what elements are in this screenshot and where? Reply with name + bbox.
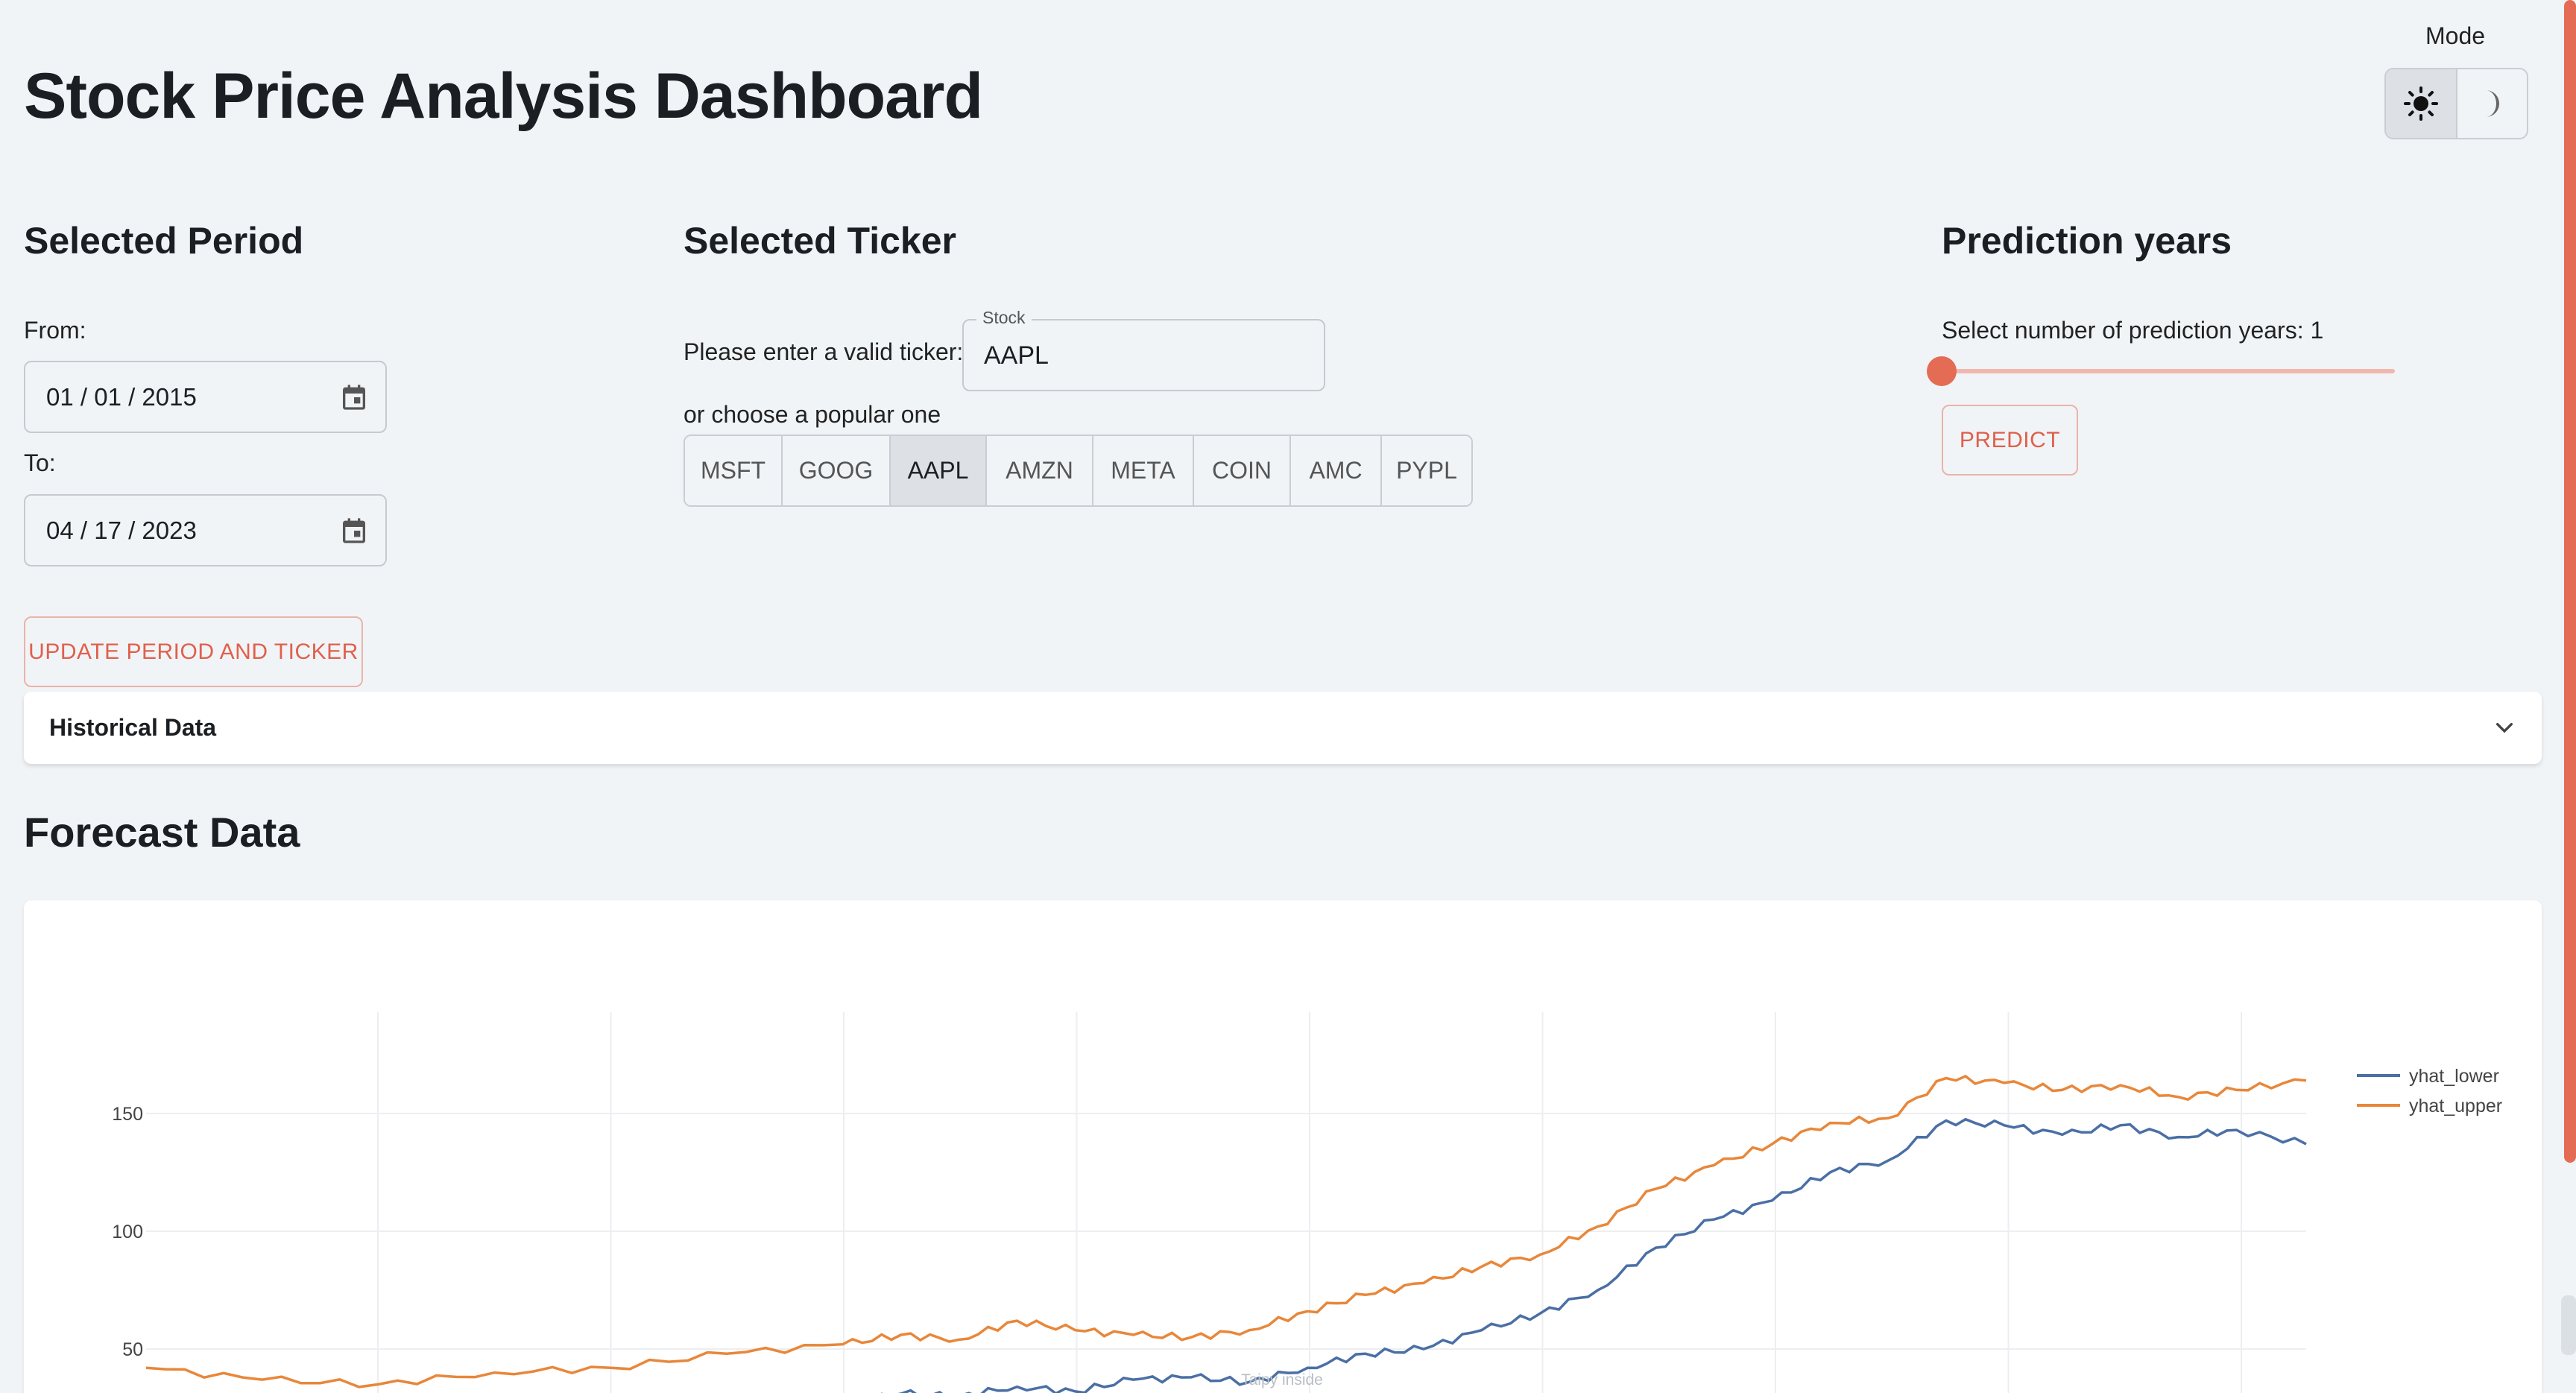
page-title: Stock Price Analysis Dashboard (24, 60, 983, 132)
from-date-value: 01 / 01 / 2015 (46, 382, 197, 411)
prediction-slider-thumb[interactable] (1927, 356, 1957, 386)
scroll-handle[interactable] (2561, 1295, 2576, 1355)
popular-label: or choose a popular one (684, 401, 941, 428)
prediction-slider-label: Select number of prediction years: 1 (1942, 317, 2324, 344)
series-line-yhat_lower (880, 1117, 2307, 1393)
from-label: From: (24, 317, 86, 344)
forecast-heading: Forecast Data (24, 809, 300, 856)
predict-button[interactable]: PREDICT (1942, 405, 2078, 476)
ticker-option-meta[interactable]: META (1093, 436, 1194, 505)
historical-data-accordion[interactable]: Historical Data (24, 692, 2542, 764)
mode-label: Mode (2425, 22, 2486, 49)
ticker-option-aapl[interactable]: AAPL (891, 436, 987, 505)
y-tick-label: 50 (122, 1339, 143, 1360)
accordion-title: Historical Data (49, 714, 217, 741)
from-date-field[interactable]: 01 / 01 / 2015 (24, 361, 387, 433)
dark-mode-button[interactable] (2457, 69, 2528, 138)
to-date-field[interactable]: 04 / 17 / 2023 (24, 494, 387, 566)
stock-field-label: Stock (976, 308, 1032, 328)
moon-icon (2486, 90, 2500, 117)
watermark: Taipy inside (1241, 1371, 1323, 1389)
legend-label: yhat_lower (2409, 1066, 2499, 1087)
prediction-heading: Prediction years (1942, 220, 2232, 262)
y-tick-label: 150 (112, 1104, 143, 1125)
update-period-button[interactable]: UPDATE PERIOD AND TICKER (24, 616, 363, 687)
prediction-slider-track[interactable] (1942, 369, 2395, 373)
forecast-chart[interactable]: 50 100 150 yhat_lower yhat_upper Taipy inside (24, 900, 2542, 1393)
legend-label: yhat_upper (2409, 1096, 2502, 1116)
light-mode-button[interactable] (2386, 69, 2457, 138)
calendar-icon[interactable] (339, 514, 369, 547)
ticker-heading: Selected Ticker (684, 220, 956, 262)
ticker-toggle-group[interactable]: MSFT GOOG AAPL AMZN META COIN AMC PYPL (684, 435, 1473, 507)
to-label: To: (24, 449, 56, 476)
y-tick-label: 100 (112, 1222, 143, 1242)
ticker-option-pypl[interactable]: PYPL (1382, 436, 1471, 505)
ticker-option-coin[interactable]: COIN (1194, 436, 1291, 505)
forecast-chart-card: 50 100 150 yhat_lower yhat_upper Taipy inside (24, 900, 2542, 1393)
chevron-down-icon[interactable] (2493, 716, 2516, 740)
page-scrollbar[interactable] (2564, 0, 2576, 1163)
mode-toggle[interactable] (2384, 68, 2528, 139)
ticker-option-amc[interactable]: AMC (1291, 436, 1382, 505)
calendar-icon[interactable] (339, 381, 369, 414)
ticker-option-amzn[interactable]: AMZN (987, 436, 1093, 505)
to-date-value: 04 / 17 / 2023 (46, 516, 197, 544)
ticker-prompt: Please enter a valid ticker: (684, 338, 964, 365)
ticker-option-msft[interactable]: MSFT (685, 436, 783, 505)
sun-icon (2403, 86, 2438, 121)
ticker-option-goog[interactable]: GOOG (783, 436, 891, 505)
period-heading: Selected Period (24, 220, 304, 262)
stock-input-value[interactable]: AAPL (984, 341, 1049, 370)
